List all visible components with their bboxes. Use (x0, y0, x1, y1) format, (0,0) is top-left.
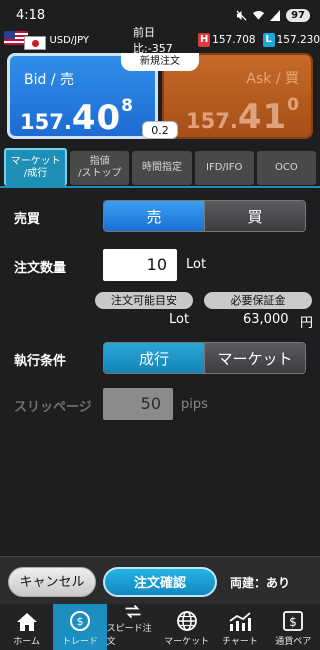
high-value: 157.708 (212, 34, 256, 46)
low-price: L 157.230 (262, 33, 320, 47)
battery-indicator: 97 (286, 8, 310, 22)
mute-icon (236, 9, 247, 21)
status-icons: 97 (236, 8, 310, 22)
currency-pair-icon: $ (283, 611, 304, 631)
slippage-input[interactable]: 50 (103, 388, 173, 420)
bid-price-small: 157. (20, 110, 72, 134)
speed-order-icon (125, 604, 141, 619)
nav-trade[interactable]: $ トレード (53, 604, 107, 650)
status-time: 4:18 (16, 7, 46, 23)
nav-label: トレード (61, 637, 98, 647)
trade-icon: $ (69, 611, 90, 631)
nav-home[interactable]: ホーム (0, 604, 53, 650)
currency-flags-icon (4, 30, 46, 50)
quantity-unit: Lot (186, 257, 207, 272)
buy-button[interactable]: 買 (205, 201, 305, 231)
new-order-tag: 新規注文 (121, 53, 199, 71)
sell-button[interactable]: 売 (104, 201, 204, 231)
required-margin-value: 63,000 (243, 312, 289, 327)
side-selector: 売 買 (103, 200, 306, 232)
ask-price: 157.410 (186, 95, 299, 137)
globe-icon (176, 611, 197, 631)
execution-market-button[interactable]: マーケット (205, 343, 305, 373)
high-price: H 157.708 (198, 33, 256, 47)
high-tag: H (198, 33, 211, 47)
nav-currency-pair[interactable]: $ 通貨ペア (267, 604, 320, 650)
hedging-status: 両建：あり (230, 576, 291, 590)
side-label: 売買 (14, 212, 41, 227)
bid-label: Bid / 売 (24, 72, 74, 88)
ask-label: Ask / 買 (246, 71, 299, 87)
execution-selector: 成行 マーケット (103, 342, 306, 374)
tab-time-specified[interactable]: 時間指定 (132, 151, 192, 185)
home-icon (16, 613, 37, 631)
day-change: 前日比:-357 (133, 24, 191, 56)
required-margin-unit: 円 (300, 316, 314, 331)
signal-icon (270, 9, 281, 21)
bid-price-big: 40 (71, 98, 122, 138)
nav-chart[interactable]: チャート (213, 604, 266, 650)
svg-text:$: $ (289, 615, 297, 629)
tab-oco[interactable]: OCO (256, 151, 317, 185)
nav-label: マーケット (164, 637, 210, 647)
nav-label: スピード注文 (106, 624, 152, 647)
pair-info-row: USD/JPY 前日比:-357 H 157.708 L 157.230 (0, 26, 320, 55)
ask-price-small: 157. (186, 109, 238, 133)
quantity-label: 注文数量 (14, 261, 67, 276)
available-qty-unit: Lot (169, 312, 190, 327)
spread-value: 0.2 (142, 121, 178, 139)
available-qty-label: 注文可能目安 (95, 292, 193, 309)
required-margin-label: 必要保証金 (204, 292, 312, 309)
bid-price: 157.408 (20, 96, 133, 138)
tab-ifd-ifo[interactable]: IFD/IFO (194, 151, 254, 185)
wifi-icon (253, 10, 265, 20)
nav-market[interactable]: マーケット (160, 604, 213, 650)
tab-limit-stop[interactable]: 指値 /ストップ (70, 151, 130, 185)
execution-market-order-button[interactable]: 成行 (104, 343, 204, 373)
slippage-label: スリッページ (14, 400, 92, 415)
price-panel: Bid / 売 157.408 Ask / 買 157.410 新規注文 0.2 (0, 53, 320, 143)
tab-underline (0, 186, 320, 188)
japan-flag-icon (24, 36, 46, 50)
nav-label: ホーム (13, 637, 41, 647)
nav-label: チャート (222, 637, 258, 647)
nav-label: 通貨ペア (275, 637, 312, 647)
cancel-button[interactable]: キャンセル (8, 567, 96, 597)
bid-price-pip: 8 (121, 96, 133, 116)
order-type-tabs: マーケット /成行 指値 /ストップ 時間指定 IFD/IFO OCO (4, 148, 317, 186)
nav-speed-order[interactable]: スピード注文 (107, 604, 160, 650)
action-bar: キャンセル 注文確認 両建：あり (0, 556, 320, 604)
ask-price-big: 41 (237, 97, 288, 137)
low-tag: L (262, 33, 275, 47)
svg-text:$: $ (76, 615, 83, 628)
low-value: 157.230 (276, 34, 320, 46)
confirm-order-button[interactable]: 注文確認 (103, 567, 217, 597)
quantity-input[interactable]: 10 (103, 249, 177, 281)
pair-name: USD/JPY (49, 34, 90, 46)
chart-icon (229, 612, 251, 631)
ask-price-pip: 0 (287, 95, 299, 115)
tab-market-order[interactable]: マーケット /成行 (4, 148, 68, 186)
slippage-unit: pips (181, 397, 208, 412)
bottom-nav: ホーム $ トレード スピード注文 マーケット チャート $ 通貨ペア (0, 604, 320, 650)
execution-label: 執行条件 (14, 354, 67, 369)
